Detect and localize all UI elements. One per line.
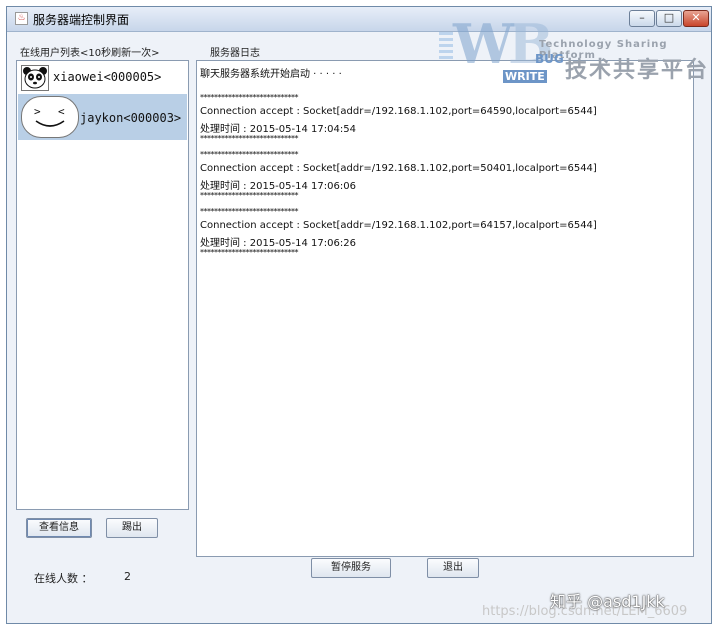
server-log-area[interactable]: 聊天服务器系统开始启动 · · · · · ******************… bbox=[196, 60, 694, 557]
svg-text:>: > bbox=[34, 105, 41, 118]
user-name: jaykon<000003> bbox=[80, 111, 182, 125]
user-list-item[interactable]: xiaowei<000005> bbox=[18, 62, 187, 93]
window-title: 服务器端控制界面 bbox=[33, 13, 130, 27]
watermark-bug: BUG bbox=[535, 52, 564, 66]
log-line: Connection accept : Socket[addr=/192.168… bbox=[200, 106, 597, 117]
user-list-label: 在线用户列表<10秒刷新一次> bbox=[20, 48, 160, 59]
log-separator: **************************** bbox=[200, 248, 299, 257]
user-name: xiaowei<000005> bbox=[53, 70, 162, 84]
kick-user-button[interactable]: 踢出 bbox=[106, 518, 158, 538]
log-line: 聊天服务器系统开始启动 · · · · · bbox=[200, 69, 342, 80]
log-separator: **************************** bbox=[200, 150, 299, 159]
pause-service-button[interactable]: 暂停服务 bbox=[311, 558, 391, 578]
watermark-cn: 技术共享平台 bbox=[565, 58, 710, 83]
log-line: Connection accept : Socket[addr=/192.168… bbox=[200, 163, 597, 174]
log-line: Connection accept : Socket[addr=/192.168… bbox=[200, 220, 597, 231]
smiley-bubble-avatar-icon: > < bbox=[21, 96, 79, 138]
server-log-label: 服务器日志 bbox=[210, 48, 260, 59]
log-line: 处理时间 : 2015-05-14 17:04:54 bbox=[200, 124, 356, 135]
watermark-write: WRITE bbox=[503, 70, 547, 83]
view-info-button[interactable]: 查看信息 bbox=[26, 518, 92, 538]
bugwrite-watermark: W B Technology Sharing Platform BUG WRIT… bbox=[435, 6, 715, 86]
panda-avatar-icon bbox=[21, 65, 49, 91]
svg-text:<: < bbox=[58, 105, 65, 118]
log-separator: **************************** bbox=[200, 191, 299, 200]
log-separator: **************************** bbox=[200, 134, 299, 143]
online-count-label: 在线人数 ： bbox=[34, 572, 93, 585]
java-app-icon: ♨ bbox=[15, 12, 28, 25]
online-user-list[interactable]: xiaowei<000005> > < jaykon<000003> bbox=[16, 60, 189, 510]
zhihu-watermark: 知乎 @asd1Jkk bbox=[550, 592, 665, 611]
online-count-value: 2 bbox=[124, 570, 131, 583]
log-separator: **************************** bbox=[200, 207, 299, 216]
watermark-w-letter: W bbox=[453, 12, 514, 76]
user-list-item-selected[interactable]: > < jaykon<000003> bbox=[18, 94, 187, 140]
exit-button[interactable]: 退出 bbox=[427, 558, 479, 578]
log-line: 处理时间 : 2015-05-14 17:06:26 bbox=[200, 238, 356, 249]
log-separator: **************************** bbox=[200, 93, 299, 102]
watermark-dots bbox=[439, 32, 453, 62]
log-line: 处理时间 : 2015-05-14 17:06:06 bbox=[200, 181, 356, 192]
